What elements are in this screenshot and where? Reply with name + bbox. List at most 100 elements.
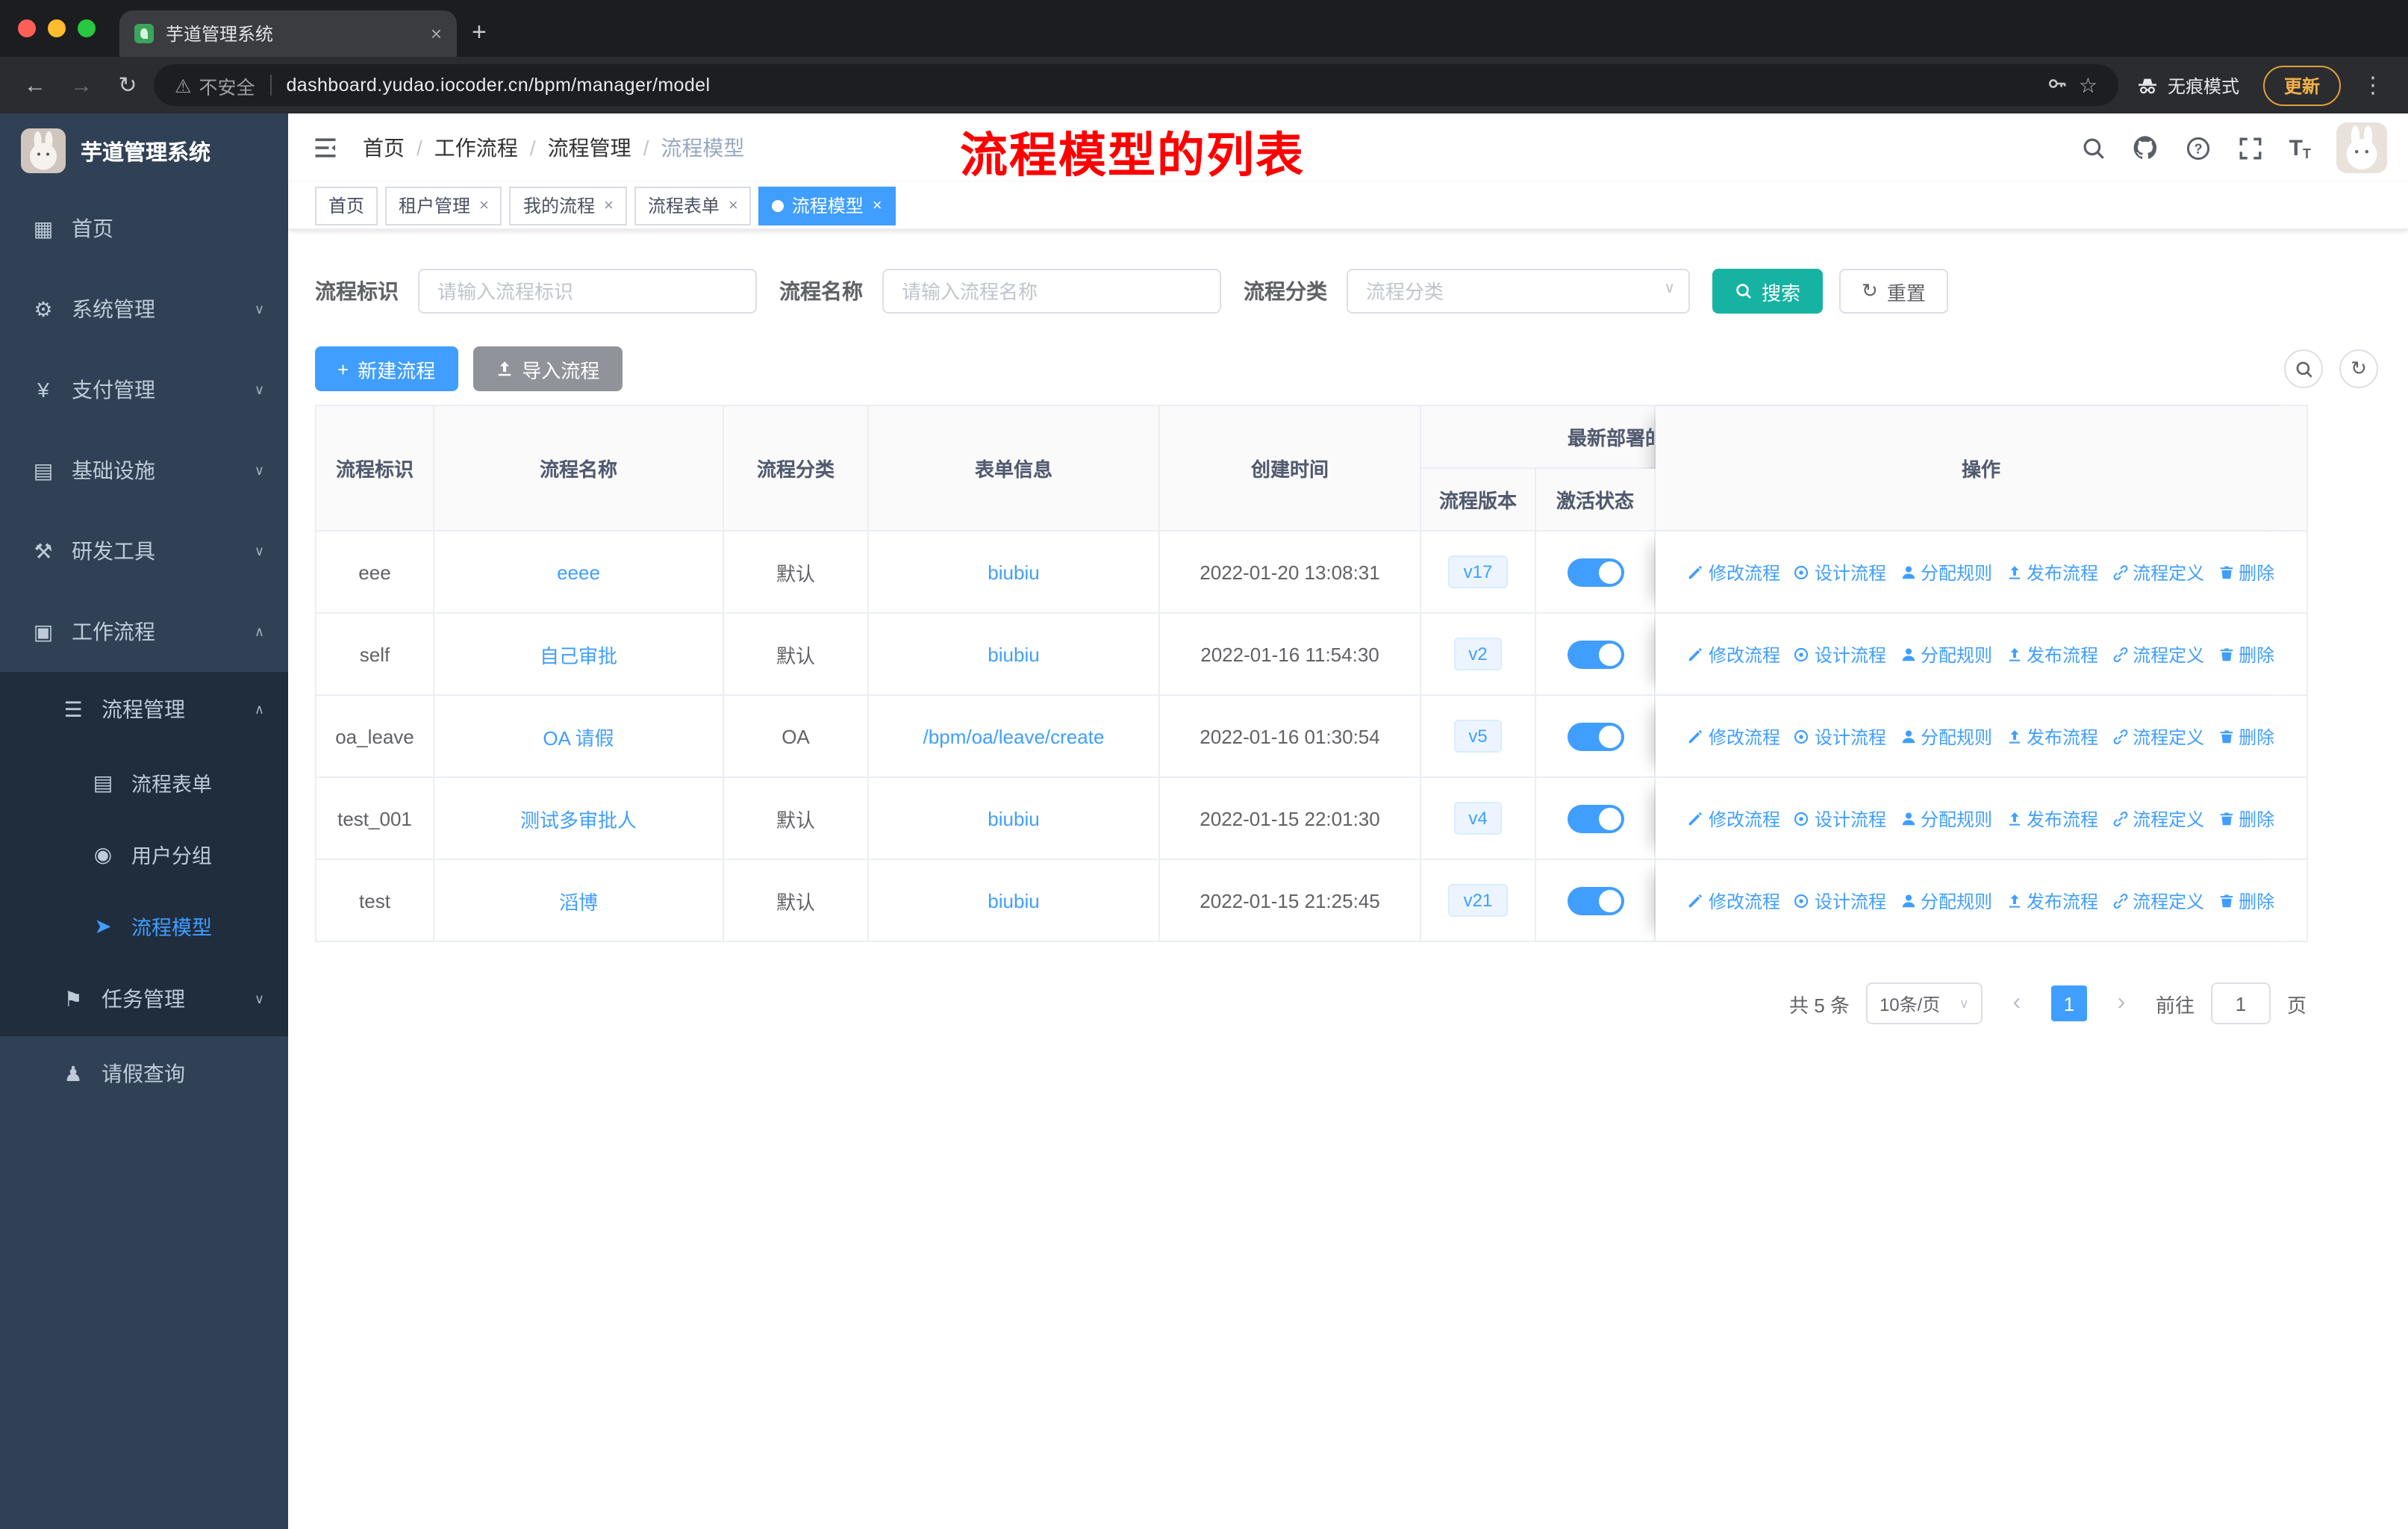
action-edit[interactable]: 修改流程 [1688,641,1780,667]
github-icon[interactable] [2133,134,2159,161]
process-name-link[interactable]: eeee [557,561,600,583]
fullscreen-icon[interactable] [2237,134,2264,161]
key-input[interactable] [418,269,757,314]
refresh-table-button[interactable]: ↻ [2339,349,2378,388]
tag-3[interactable]: 流程表单 × [634,186,752,225]
sidebar-item-5[interactable]: ▣ 工作流程 ∧ [0,591,288,672]
action-assign[interactable]: 分配规则 [1900,641,1992,667]
action-definition[interactable]: 流程定义 [2112,806,2204,831]
action-design[interactable]: 设计流程 [1794,641,1886,667]
close-window-button[interactable] [18,19,36,37]
action-publish[interactable]: 发布流程 [2006,806,2098,831]
zoom-window-button[interactable] [78,19,96,37]
password-key-icon[interactable] [2047,72,2068,98]
tag-4[interactable]: 流程模型 × [758,186,896,225]
sidebar-item-9[interactable]: ➤ 流程模型 [0,890,288,962]
form-link[interactable]: biubiu [988,889,1039,912]
process-name-link[interactable]: 自己审批 [540,644,617,667]
tag-1[interactable]: 租户管理 × [385,186,502,225]
close-icon[interactable]: × [873,196,882,214]
sidebar-item-6[interactable]: ☰ 流程管理 ∧ [0,672,288,747]
font-size-icon[interactable]: TT [2289,135,2311,161]
minimize-window-button[interactable] [48,19,66,37]
import-process-button[interactable]: 导入流程 [472,346,623,391]
action-edit[interactable]: 修改流程 [1688,723,1780,749]
sidebar-item-10[interactable]: ⚑ 任务管理 ∨ [0,962,288,1036]
action-publish[interactable]: 发布流程 [2006,888,2098,913]
action-design[interactable]: 设计流程 [1794,723,1886,749]
action-assign[interactable]: 分配规则 [1900,723,1992,749]
prev-page-button[interactable]: ‹ [1999,985,2035,1021]
category-select[interactable] [1347,269,1690,314]
sidebar-item-0[interactable]: ▦ 首页 [0,188,288,269]
action-definition[interactable]: 流程定义 [2112,723,2204,749]
close-icon[interactable]: × [729,196,738,214]
reset-button[interactable]: ↻ 重置 [1839,269,1948,314]
page-size-select[interactable]: 10条/页 ∨ [1865,983,1983,1024]
create-process-button[interactable]: + 新建流程 [315,346,458,391]
search-button[interactable]: 搜索 [1712,269,1824,314]
action-definition[interactable]: 流程定义 [2112,888,2204,913]
sidebar-item-8[interactable]: ◉ 用户分组 [0,818,288,890]
breadcrumb-item-2[interactable]: 流程管理 [548,133,631,163]
process-name-link[interactable]: 测试多审批人 [520,809,637,831]
form-link[interactable]: biubiu [988,561,1039,583]
action-assign[interactable]: 分配规则 [1900,806,1992,831]
tag-0[interactable]: 首页 [315,186,378,225]
sidebar-item-11[interactable]: ♟ 请假查询 [0,1036,288,1111]
sidebar-item-4[interactable]: ⚒ 研发工具 ∨ [0,511,288,591]
sidebar-item-7[interactable]: ▤ 流程表单 [0,747,288,818]
breadcrumb-item-1[interactable]: 工作流程 [434,133,518,163]
page-1-button[interactable]: 1 [2050,985,2087,1021]
next-page-button[interactable]: › [2103,985,2139,1021]
action-delete[interactable]: 删除 [2218,641,2274,667]
active-toggle[interactable] [1567,640,1623,668]
active-toggle[interactable] [1567,804,1623,832]
help-icon[interactable]: ? [2185,134,2212,161]
update-button[interactable]: 更新 [2262,65,2341,105]
action-assign[interactable]: 分配规则 [1900,888,1992,913]
process-name-link[interactable]: 滔博 [559,891,598,913]
action-assign[interactable]: 分配规则 [1900,559,1992,585]
address-bar[interactable]: ⚠ 不安全 dashboard.yudao.iocoder.cn/bpm/man… [154,64,2118,106]
new-tab-button[interactable]: + [457,18,508,57]
tab-close-icon[interactable]: × [431,22,442,45]
action-edit[interactable]: 修改流程 [1688,559,1780,585]
breadcrumb-item-0[interactable]: 首页 [363,133,405,163]
search-icon[interactable] [2080,134,2107,161]
forward-icon[interactable]: → [61,65,102,105]
back-icon[interactable]: ← [15,65,55,105]
action-publish[interactable]: 发布流程 [2006,723,2098,749]
action-publish[interactable]: 发布流程 [2006,641,2098,667]
close-icon[interactable]: × [479,196,489,214]
form-link[interactable]: biubiu [988,807,1039,829]
action-design[interactable]: 设计流程 [1794,806,1886,831]
browser-menu-icon[interactable]: ⋮ [2353,72,2393,99]
browser-tab[interactable]: 芋道管理系统 × [119,10,457,57]
avatar[interactable] [2336,122,2387,173]
action-delete[interactable]: 删除 [2218,723,2274,749]
hamburger-icon[interactable] [309,131,342,164]
action-definition[interactable]: 流程定义 [2112,559,2204,585]
action-definition[interactable]: 流程定义 [2112,641,2204,667]
form-link[interactable]: biubiu [988,643,1039,665]
action-design[interactable]: 设计流程 [1794,559,1886,585]
action-edit[interactable]: 修改流程 [1688,806,1780,831]
sidebar-item-3[interactable]: ▤ 基础设施 ∨ [0,430,288,511]
name-input[interactable] [882,269,1221,314]
action-delete[interactable]: 删除 [2218,888,2274,913]
action-publish[interactable]: 发布流程 [2006,559,2098,585]
process-name-link[interactable]: OA 请假 [543,726,614,749]
action-delete[interactable]: 删除 [2218,806,2274,831]
action-design[interactable]: 设计流程 [1794,888,1886,913]
tag-2[interactable]: 我的流程 × [509,186,627,225]
sidebar-item-1[interactable]: ⚙ 系统管理 ∨ [0,269,288,349]
form-link[interactable]: /bpm/oa/leave/create [923,725,1105,747]
sidebar-item-2[interactable]: ¥ 支付管理 ∨ [0,349,288,430]
active-toggle[interactable] [1567,558,1623,586]
active-toggle[interactable] [1567,722,1623,750]
action-delete[interactable]: 删除 [2218,559,2274,585]
active-toggle[interactable] [1567,886,1623,915]
reload-icon[interactable]: ↻ [107,65,148,105]
close-icon[interactable]: × [604,196,614,214]
